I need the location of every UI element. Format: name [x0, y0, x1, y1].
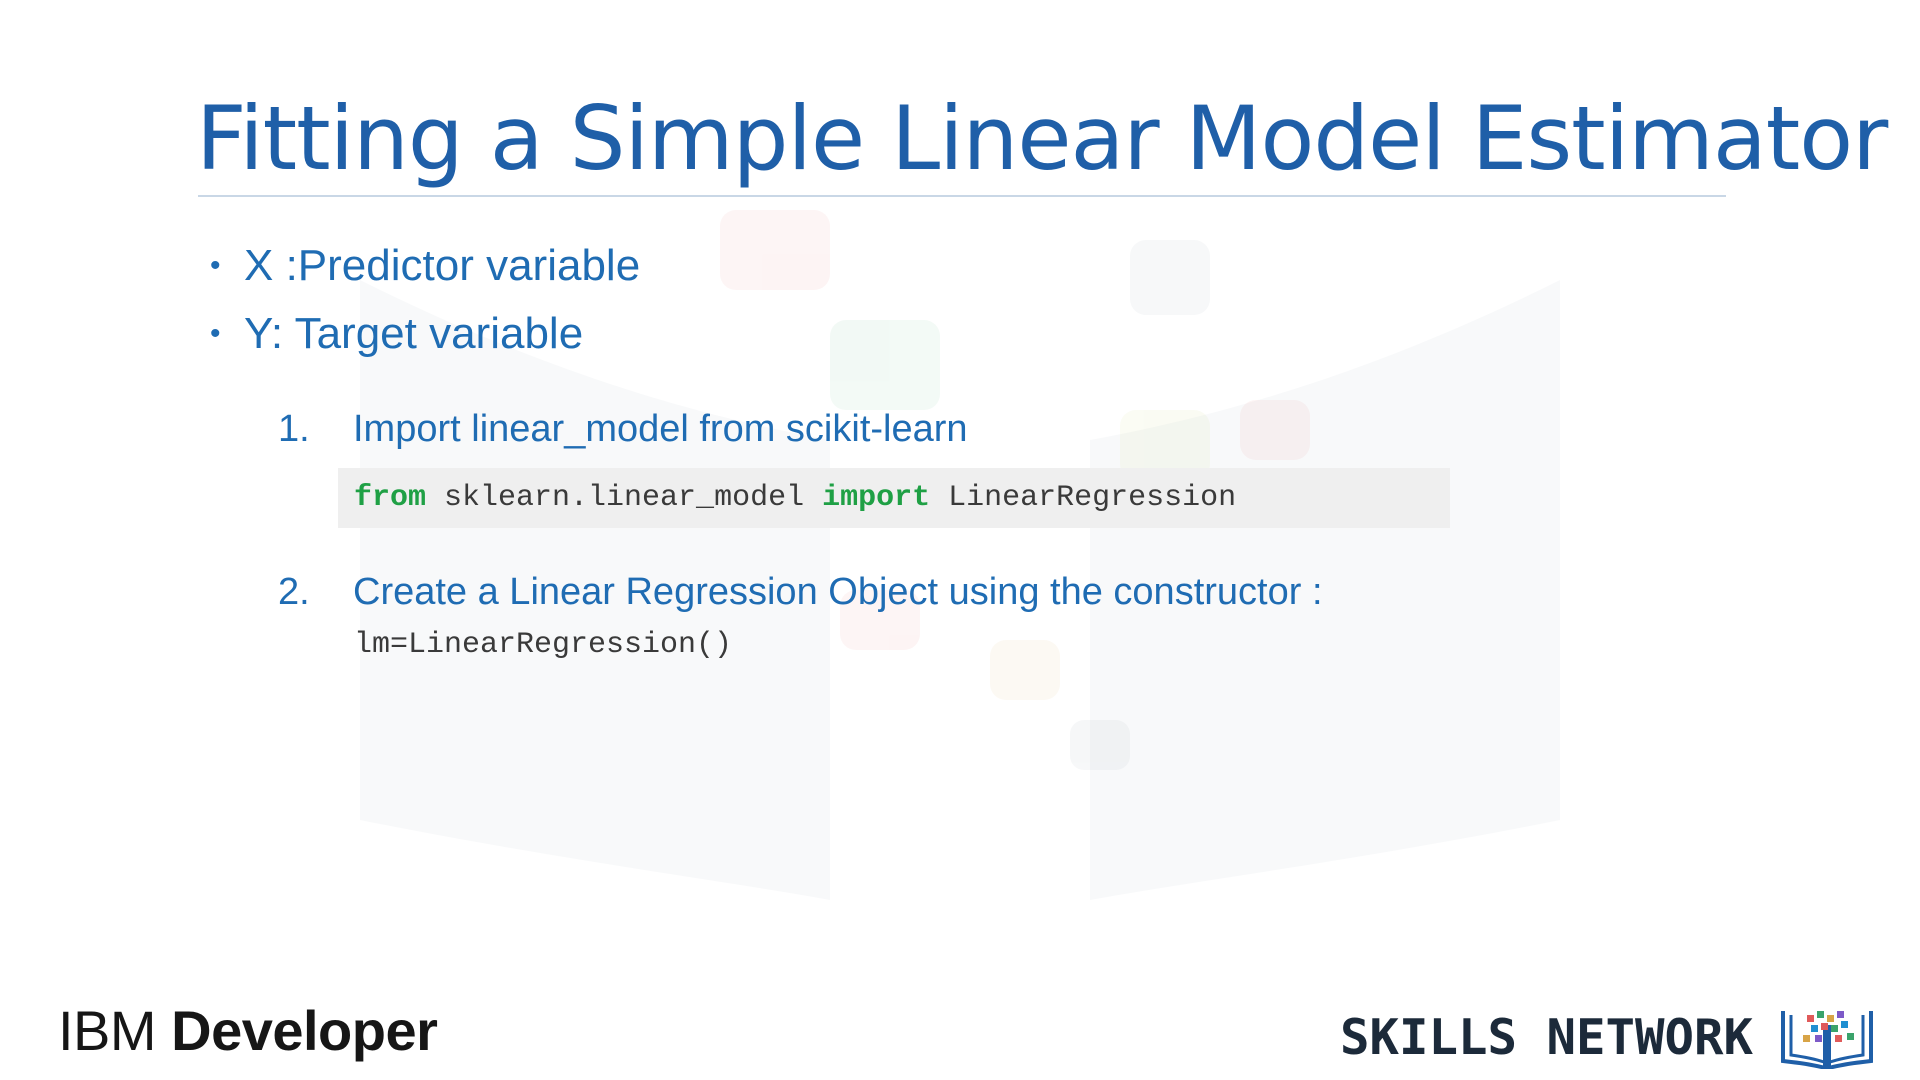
ibm-logo-text: IBM [58, 999, 172, 1062]
skills-network-book-icon [1781, 1011, 1874, 1069]
bullet-label: X :Predictor variable [244, 241, 641, 290]
skills-network-logo: SKILLS NETWORK [1340, 1005, 1877, 1069]
code-snippet-constructor: lm=LinearRegression() [354, 628, 733, 662]
code-keyword-import: import [822, 481, 931, 515]
bullet-item: • X :Predictor variable [210, 232, 640, 300]
step-2: 2. Create a Linear Regression Object usi… [278, 571, 1323, 614]
step-number: 1. [278, 408, 310, 450]
bullet-item: • Y: Target variable [210, 300, 640, 368]
title-divider [198, 195, 1726, 197]
code-class-name: LinearRegression [930, 481, 1237, 515]
step-text: Import linear_model from scikit-learn [353, 408, 968, 450]
code-keyword-from: from [354, 481, 427, 515]
slide-title: Fitting a Simple Linear Model Estimator [196, 87, 1888, 190]
bullet-dot-icon: • [210, 249, 221, 282]
developer-logo-text: Developer [171, 999, 438, 1062]
bullet-list: • X :Predictor variable • Y: Target vari… [210, 232, 640, 368]
skills-network-text: SKILLS NETWORK [1340, 1008, 1754, 1066]
ibm-developer-logo: IBM Developer [58, 998, 438, 1063]
bullet-dot-icon: • [210, 317, 221, 350]
code-module: sklearn.linear_model [426, 481, 823, 515]
code-snippet-import: from sklearn.linear_model import LinearR… [338, 468, 1450, 528]
slide: Fitting a Simple Linear Model Estimator … [0, 0, 1920, 1080]
step-number: 2. [278, 571, 310, 613]
step-text: Create a Linear Regression Object using … [353, 571, 1323, 613]
bullet-label: Y: Target variable [244, 309, 584, 358]
step-1: 1. Import linear_model from scikit-learn [278, 408, 968, 451]
